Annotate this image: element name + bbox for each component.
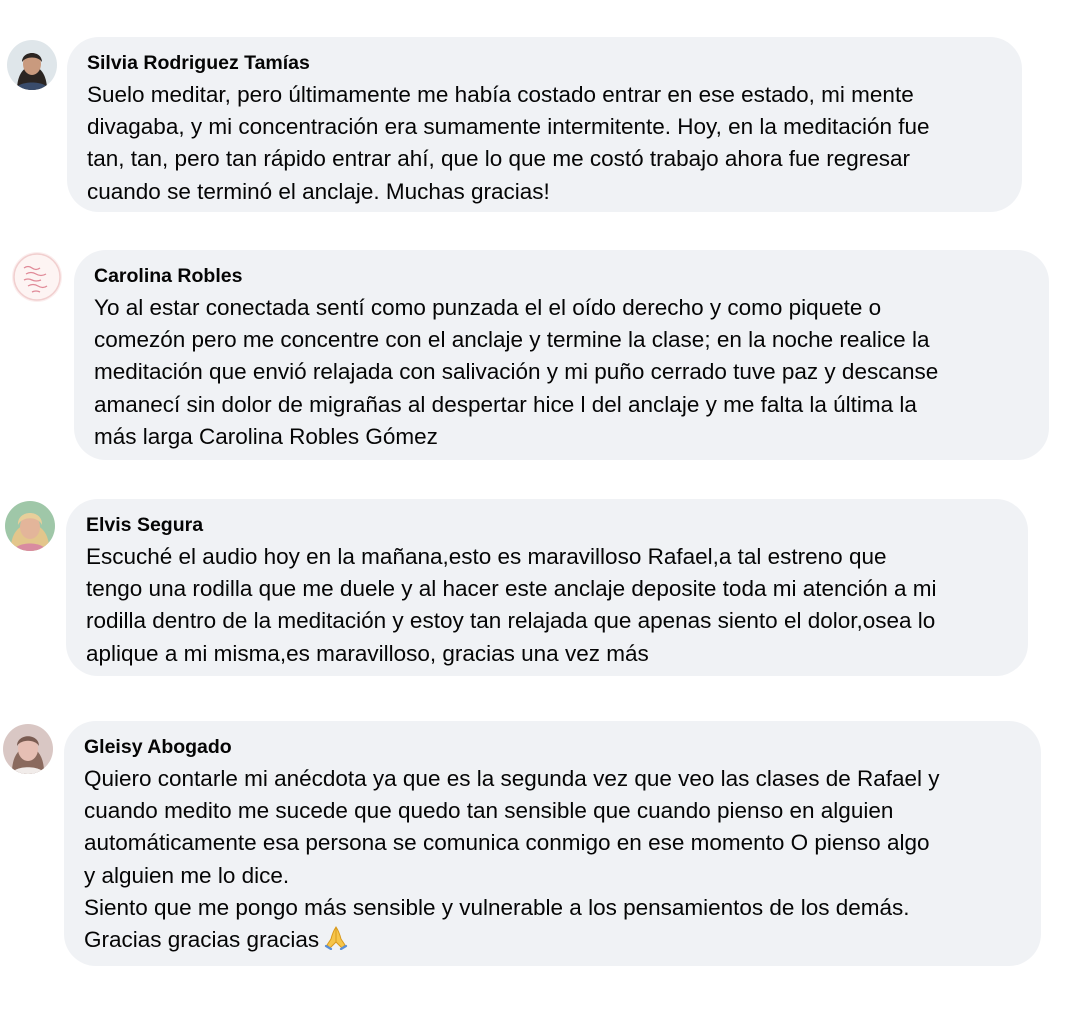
- comment-text-line: Suelo meditar, pero últimamente me había…: [87, 82, 914, 107]
- comment-text-line: rodilla dentro de la meditación y estoy …: [86, 608, 936, 634]
- comment-author[interactable]: Elvis Segura: [86, 513, 1028, 537]
- woman-portrait-icon: [7, 40, 57, 90]
- comment-text-line: Gracias gracias gracias: [84, 924, 1041, 959]
- comment-text-fragment: Gracias gracias gracias: [84, 927, 320, 953]
- comment-author[interactable]: Silvia Rodriguez Tamías: [87, 51, 1022, 75]
- comment-text-line: y alguien me lo dice.: [84, 862, 290, 888]
- comment-text-line: más larga Carolina Robles Gómez: [94, 423, 438, 449]
- comment-text-line: cuando se terminó el anclaje. Muchas gra…: [87, 178, 550, 204]
- comment-text-line: Escuché el audio hoy en la mañana,esto e…: [86, 544, 887, 569]
- comment-text-line: tengo una rodilla que me duele y al hace…: [86, 576, 937, 602]
- comment-text-line: Quiero contarle mi anécdota ya que es la…: [84, 766, 940, 791]
- comment-bubble: Elvis Segura Escuché el audio hoy en la …: [66, 499, 1028, 676]
- handwritten-note-icon: [12, 252, 62, 302]
- comment-author[interactable]: Carolina Robles: [94, 264, 1049, 288]
- avatar[interactable]: [3, 724, 53, 774]
- woman-blonde-portrait-icon: [5, 501, 55, 551]
- comment-author[interactable]: Gleisy Abogado: [84, 735, 1041, 759]
- comment-text-line: Siento que me pongo más sensible y vulne…: [84, 894, 910, 920]
- folded-hands-icon: [323, 924, 349, 959]
- comment-text-line: meditación que envió relajada con saliva…: [94, 359, 939, 385]
- comment-text-line: divagaba, y mi concentración era sumamen…: [87, 114, 930, 140]
- comment-text-line: Yo al estar conectada sentí como punzada…: [94, 295, 882, 320]
- comment-text-line: comezón pero me concentre con el anclaje…: [94, 327, 930, 353]
- woman-portrait-icon: [3, 724, 53, 774]
- avatar[interactable]: [12, 252, 62, 302]
- comment-text-line: tan, tan, pero tan rápido entrar ahí, qu…: [87, 146, 911, 172]
- comment-text-line: amanecí sin dolor de migrañas al despert…: [94, 391, 917, 417]
- avatar[interactable]: [7, 40, 57, 90]
- comment-bubble: Silvia Rodriguez Tamías Suelo meditar, p…: [67, 37, 1022, 212]
- avatar[interactable]: [5, 501, 55, 551]
- comment-text-line: cuando medito me sucede que quedo tan se…: [84, 798, 894, 824]
- comment-text-line: automáticamente esa persona se comunica …: [84, 830, 930, 856]
- comment-bubble: Carolina Robles Yo al estar conectada se…: [74, 250, 1049, 460]
- comment-text-line: aplique a mi misma,es maravilloso, graci…: [86, 640, 649, 666]
- comment-bubble: Gleisy Abogado Quiero contarle mi anécdo…: [64, 721, 1041, 966]
